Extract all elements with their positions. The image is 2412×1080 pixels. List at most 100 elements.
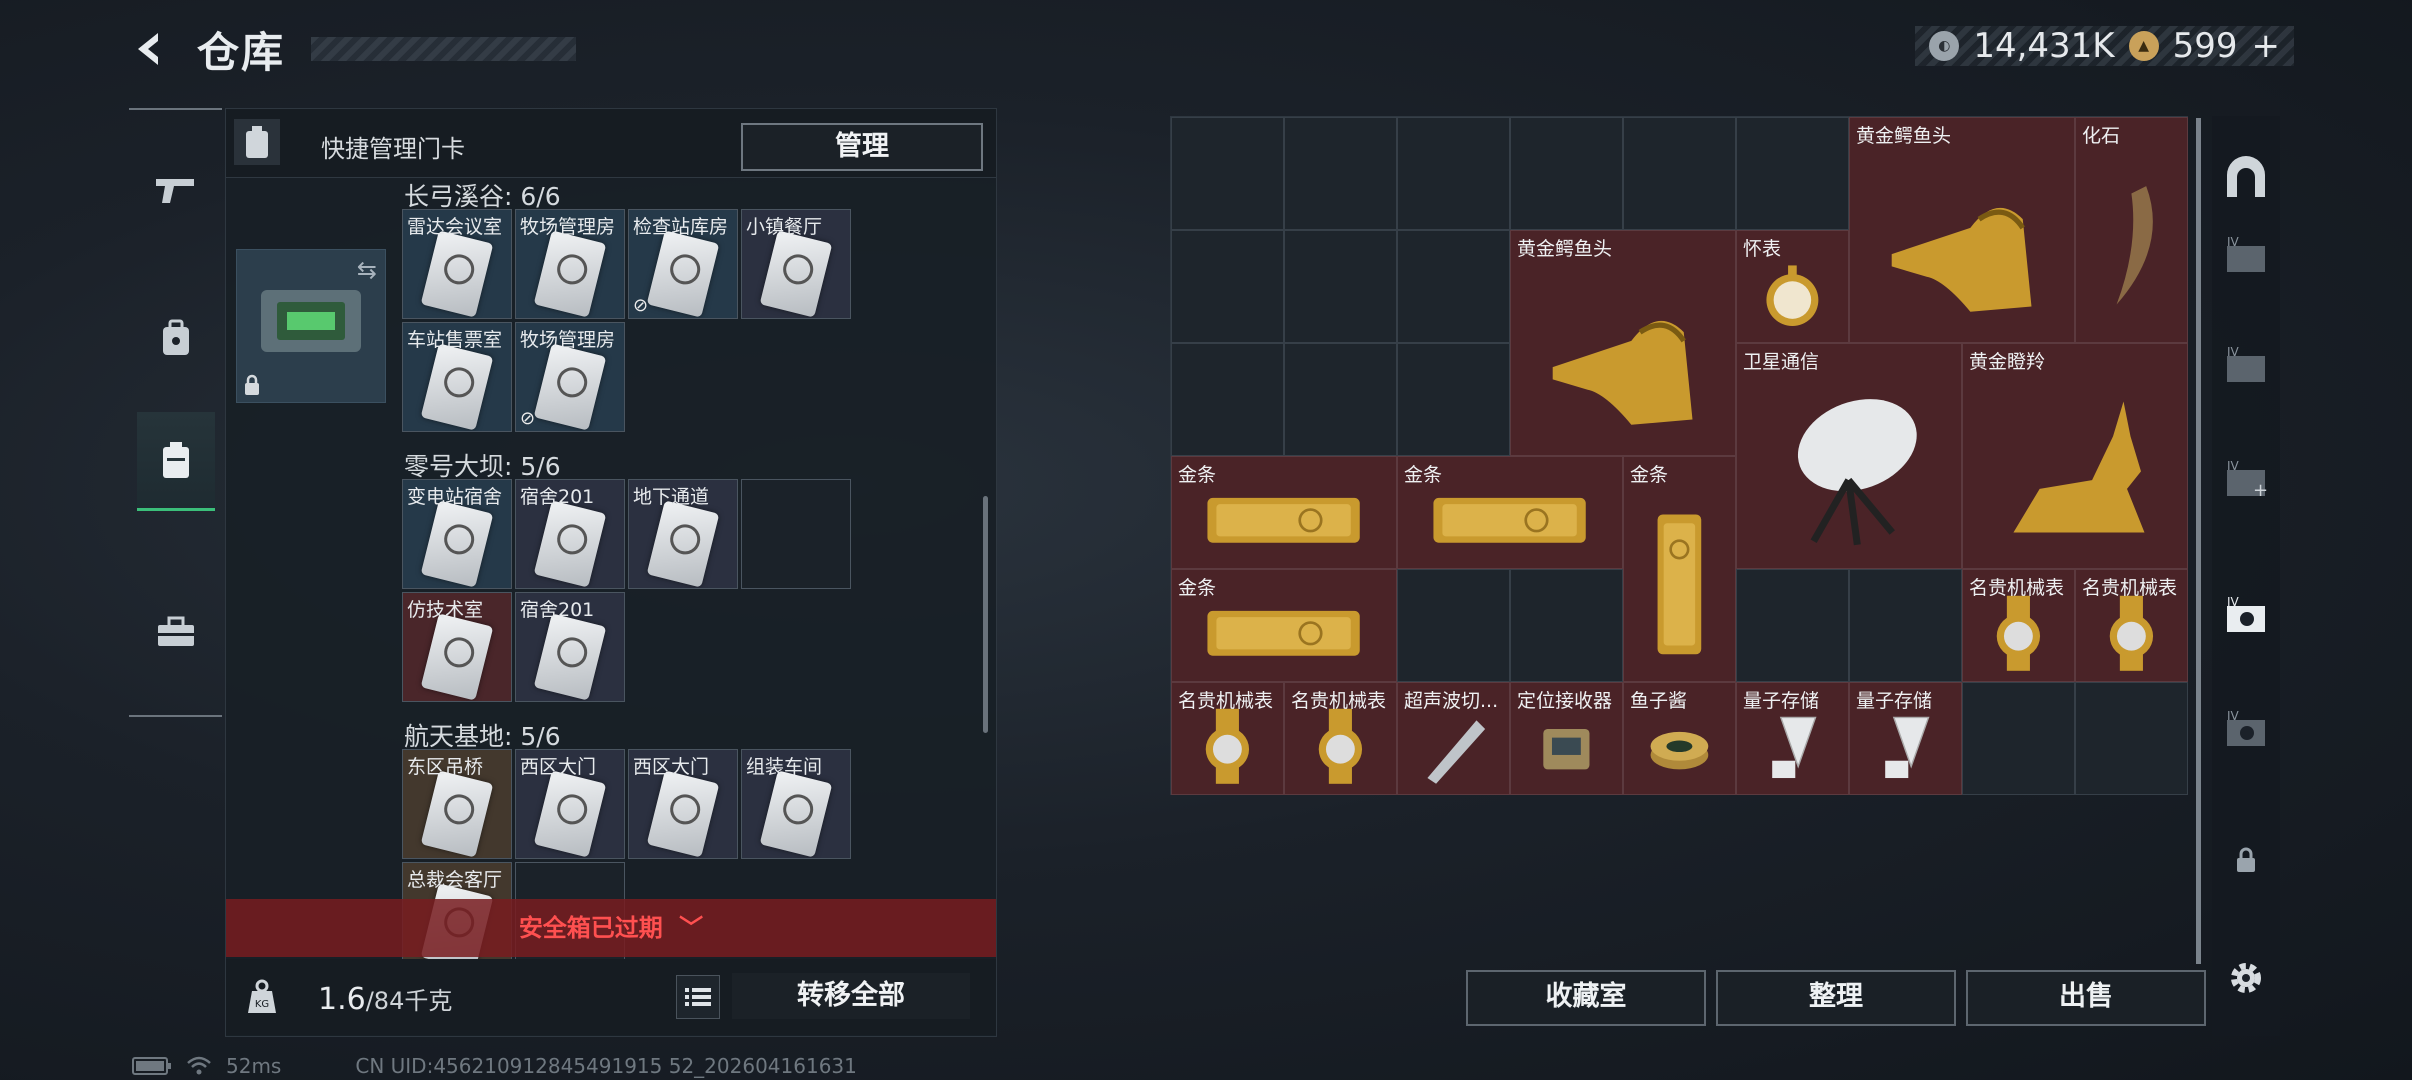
- stash-cell[interactable]: [1284, 230, 1397, 343]
- collection-room-button[interactable]: 收藏室: [1466, 970, 1706, 1026]
- stash-item[interactable]: 量子存储: [1736, 682, 1849, 795]
- keycard-slot[interactable]: 牧场管理房: [515, 209, 625, 319]
- stash-tab-3[interactable]: IV +: [2222, 456, 2270, 504]
- stash-item[interactable]: 名贵机械表: [1284, 682, 1397, 795]
- manage-button[interactable]: 管理: [741, 123, 983, 171]
- add-currency-button[interactable]: +: [2252, 26, 2281, 66]
- keycard-icon: [759, 770, 833, 858]
- equipment-tab[interactable]: [137, 290, 215, 386]
- keycard-slot[interactable]: 小镇餐厅: [741, 209, 851, 319]
- stash-item[interactable]: 卫星通信: [1736, 343, 1962, 569]
- stash-grid[interactable]: 黄金鳄鱼头 化石 黄金鳄鱼头 怀表 卫星通信 黄金瞪羚 金条 金条 金条 金条 名贵机械表 名贵机械表…: [1170, 116, 2188, 795]
- stash-cell[interactable]: [1397, 569, 1510, 682]
- backpack-icon: [163, 319, 189, 355]
- keycard-label: 牧场管理房: [520, 216, 616, 238]
- keycard-slot[interactable]: 仿技术室: [402, 592, 512, 702]
- stash-cell[interactable]: [1397, 343, 1510, 456]
- keycard-slot[interactable]: 变电站宿舍: [402, 479, 512, 589]
- stash-item[interactable]: 名贵机械表: [1171, 682, 1284, 795]
- stash-item-label: 怀表: [1743, 238, 1782, 260]
- stash-tab-1[interactable]: IV: [2222, 232, 2270, 280]
- stash-cell[interactable]: [1284, 343, 1397, 456]
- stash-item[interactable]: 化石: [2075, 117, 2188, 343]
- stash-item-label: 黄金鳄鱼头: [1856, 125, 1952, 147]
- stash-cell[interactable]: [1623, 117, 1736, 230]
- keycard-slot[interactable]: 宿舍201: [515, 479, 625, 589]
- stash-cell[interactable]: [1171, 117, 1284, 230]
- stash-item[interactable]: 鱼子酱: [1623, 682, 1736, 795]
- storage-safe-icon: IV: [2227, 596, 2265, 632]
- stash-scrollbar[interactable]: [2196, 118, 2201, 964]
- status-bar: 52ms CN UID:456210912845491915 52_202604…: [132, 1054, 857, 1078]
- stash-cell[interactable]: [1397, 230, 1510, 343]
- settings-button[interactable]: [2222, 954, 2270, 1002]
- stash-tab-2[interactable]: IV: [2222, 342, 2270, 390]
- stash-item[interactable]: 名贵机械表: [2075, 569, 2188, 682]
- lock-icon: [245, 374, 259, 395]
- keycard-tab[interactable]: [137, 412, 215, 511]
- stash-item[interactable]: 金条: [1171, 456, 1397, 569]
- keycard-slot[interactable]: 东区吊桥: [402, 749, 512, 859]
- sell-button[interactable]: 出售: [1966, 970, 2206, 1026]
- stash-item[interactable]: 量子存储: [1849, 682, 1962, 795]
- keycard-label: 西区大门: [633, 756, 710, 778]
- stash-item[interactable]: 名贵机械表: [1962, 569, 2075, 682]
- stash-cell[interactable]: [1510, 569, 1623, 682]
- stash-item[interactable]: 金条: [1623, 456, 1736, 682]
- keycard-slot[interactable]: 检查站库房 ⊘: [628, 209, 738, 319]
- stash-tab-4[interactable]: IV: [2222, 592, 2270, 640]
- keycard-slot[interactable]: 雷达会议室: [402, 209, 512, 319]
- keycard-list[interactable]: ⇆ 长弓溪谷: 6/6 雷达会议室 牧场管理房 检查站库房 ⊘ 小镇餐厅 车站售票室 牧场管理…: [226, 177, 986, 999]
- keycard-slot[interactable]: 西区大门: [628, 749, 738, 859]
- safe-case-slot[interactable]: ⇆: [236, 249, 386, 403]
- stash-item[interactable]: 金条: [1397, 456, 1623, 569]
- stash-cell[interactable]: [1510, 117, 1623, 230]
- scrollbar[interactable]: [983, 496, 988, 733]
- svg-text:IV: IV: [2227, 236, 2240, 249]
- keycard-label: 宿舍201: [520, 486, 595, 508]
- stash-cell[interactable]: [1284, 117, 1397, 230]
- keycard-slot[interactable]: 地下通道: [628, 479, 738, 589]
- keycard-label: 东区吊桥: [407, 756, 484, 778]
- safe-box-expired-banner[interactable]: 安全箱已过期 ﹀: [226, 899, 996, 957]
- toolbox-icon: [158, 616, 194, 646]
- stash-cell[interactable]: [1849, 569, 1962, 682]
- keycard-slot[interactable]: 宿舍201: [515, 592, 625, 702]
- keycard-icon: [759, 230, 833, 318]
- stash-cell[interactable]: [1171, 230, 1284, 343]
- consumable-tab[interactable]: [137, 584, 215, 680]
- keycard-slot-empty[interactable]: [741, 479, 851, 589]
- stash-tab-5[interactable]: IV: [2222, 706, 2270, 754]
- stash-cell[interactable]: [2075, 682, 2188, 795]
- keycard-slot[interactable]: 西区大门: [515, 749, 625, 859]
- stash-item[interactable]: 黄金瞪羚: [1962, 343, 2188, 569]
- swap-icon[interactable]: ⇆: [357, 256, 377, 284]
- keycard-icon: [646, 770, 720, 858]
- stash-item[interactable]: 超声波切...: [1397, 682, 1510, 795]
- back-icon[interactable]: [125, 24, 175, 74]
- keycard-slot[interactable]: 组装车间: [741, 749, 851, 859]
- stash-item[interactable]: 定位接收器: [1510, 682, 1623, 795]
- svg-text:IV: IV: [2227, 710, 2240, 723]
- stash-item[interactable]: 黄金鳄鱼头: [1510, 230, 1736, 456]
- keycard-icon: [420, 500, 494, 588]
- stash-lock[interactable]: [2222, 836, 2270, 884]
- transfer-all-button[interactable]: 转移全部: [732, 973, 970, 1019]
- stash-cell[interactable]: [1736, 569, 1849, 682]
- sort-button[interactable]: 整理: [1716, 970, 1956, 1026]
- stash-item[interactable]: 怀表: [1736, 230, 1849, 343]
- ping-readout: 52ms: [226, 1054, 282, 1078]
- stash-item[interactable]: 黄金鳄鱼头: [1849, 117, 2075, 343]
- list-view-button[interactable]: [676, 975, 720, 1019]
- stash-home-tab[interactable]: [2222, 154, 2270, 202]
- stash-cell[interactable]: [1962, 682, 2075, 795]
- stash-cell[interactable]: [1397, 117, 1510, 230]
- stash-cell[interactable]: [1736, 117, 1849, 230]
- weapon-tab[interactable]: [137, 142, 215, 238]
- keycard-slot[interactable]: 车站售票室: [402, 322, 512, 432]
- gear-icon: [2231, 963, 2261, 993]
- stash-item[interactable]: 金条: [1171, 569, 1397, 682]
- keycard-slot[interactable]: 牧场管理房 ⊘: [515, 322, 625, 432]
- storage-add-icon: IV +: [2227, 460, 2268, 500]
- stash-cell[interactable]: [1171, 343, 1284, 456]
